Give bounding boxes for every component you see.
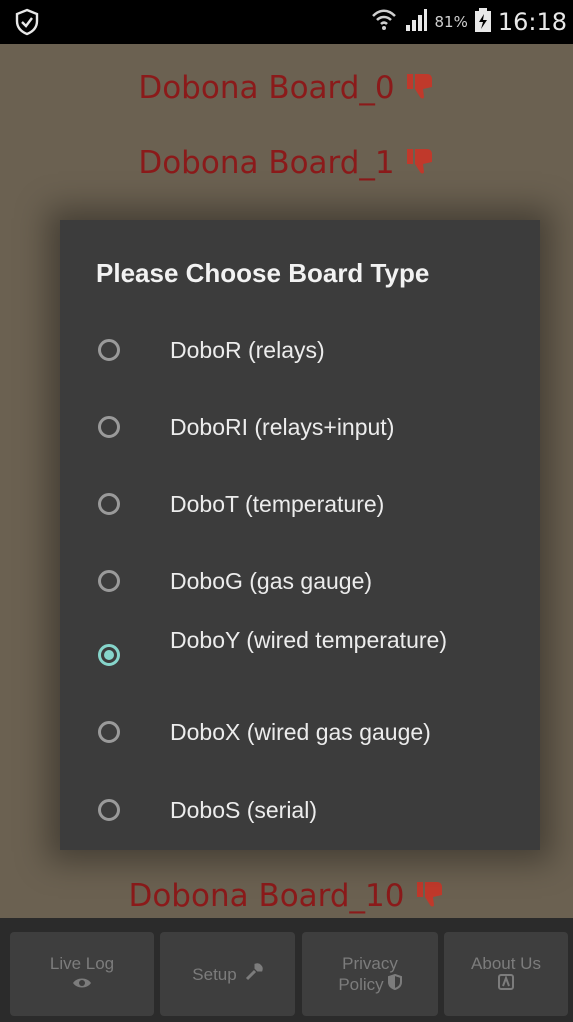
option-dobot[interactable]: DoboT (temperature): [60, 482, 540, 526]
info-box-icon: [498, 974, 514, 995]
option-doboy[interactable]: DoboY (wired temperature): [60, 620, 540, 690]
board-item-0[interactable]: Dobona Board_0: [0, 70, 573, 109]
option-dobox[interactable]: DoboX (wired gas gauge): [60, 710, 540, 754]
board-label: Dobona Board_1: [138, 145, 395, 181]
setup-button[interactable]: Setup: [160, 932, 295, 1016]
board-type-dialog: Please Choose Board Type DoboR (relays) …: [60, 220, 540, 850]
dialog-title: Please Choose Board Type: [96, 258, 430, 288]
live-log-button[interactable]: Live Log: [10, 932, 154, 1016]
bottom-nav: Live Log Setup Privacy Policy About Us: [0, 918, 573, 1022]
eye-icon: [72, 974, 92, 995]
wrench-icon: [245, 962, 263, 986]
thumbs-down-icon: [405, 71, 435, 109]
option-label: DoboRI (relays+input): [170, 414, 395, 440]
thumbs-down-icon: [415, 879, 445, 917]
privacy-label-line1: Privacy: [342, 954, 398, 973]
radio-button[interactable]: [98, 721, 120, 743]
board-label: Dobona Board_0: [138, 70, 395, 106]
radio-button[interactable]: [98, 799, 120, 821]
option-label: DoboY (wired temperature): [170, 627, 447, 653]
signal-icon: [404, 7, 428, 37]
about-label: About Us: [471, 954, 541, 973]
board-item-1[interactable]: Dobona Board_1: [0, 145, 573, 184]
status-bar: 81% 16:18: [0, 0, 573, 44]
board-item-10[interactable]: Dobona Board_10: [0, 878, 573, 917]
clock: 16:18: [497, 8, 567, 36]
option-label: DoboS (serial): [170, 797, 317, 823]
radio-button-checked[interactable]: [98, 644, 120, 666]
option-label: DoboG (gas gauge): [170, 568, 373, 594]
battery-icon: [474, 7, 492, 37]
thumbs-down-icon: [405, 146, 435, 184]
privacy-policy-button[interactable]: Privacy Policy: [302, 932, 438, 1016]
radio-button[interactable]: [98, 339, 120, 361]
option-dobog[interactable]: DoboG (gas gauge): [60, 559, 540, 603]
option-dobor[interactable]: DoboR (relays): [60, 328, 540, 372]
radio-button[interactable]: [98, 570, 120, 592]
shield-icon: [14, 8, 40, 36]
wifi-icon: [370, 6, 398, 38]
live-log-label: Live Log: [49, 954, 115, 973]
radio-button[interactable]: [98, 416, 120, 438]
option-dobos[interactable]: DoboS (serial): [60, 788, 540, 832]
option-label: DoboT (temperature): [170, 491, 385, 517]
option-label: DoboR (relays): [170, 337, 325, 363]
setup-label: Setup: [192, 964, 237, 984]
option-label: DoboX (wired gas gauge): [170, 719, 431, 745]
board-label: Dobona Board_10: [128, 878, 405, 914]
privacy-label-line2: Policy: [338, 975, 384, 994]
about-us-button[interactable]: About Us: [444, 932, 568, 1016]
radio-button[interactable]: [98, 493, 120, 515]
shield-half-icon: [387, 973, 402, 995]
battery-percent: 81%: [434, 13, 468, 31]
option-dobori[interactable]: DoboRI (relays+input): [60, 405, 540, 449]
